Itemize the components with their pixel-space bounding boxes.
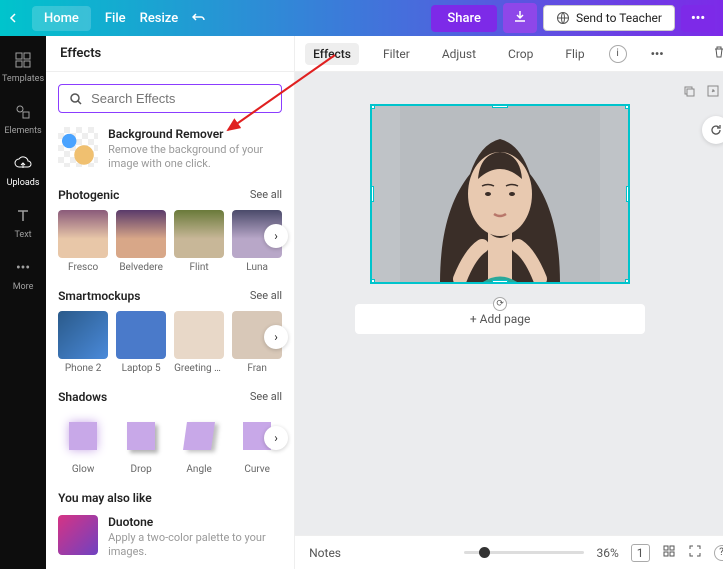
panel-title: Effects [46, 36, 294, 72]
fullscreen-button[interactable] [688, 544, 702, 561]
tab-crop[interactable]: Crop [500, 43, 541, 65]
uploads-icon [13, 154, 33, 174]
photogenic-next[interactable]: › [264, 224, 288, 248]
download-button[interactable] [503, 3, 537, 33]
shadow-glow[interactable]: Glow [58, 412, 108, 475]
zoom-slider[interactable] [464, 551, 584, 554]
tab-filter[interactable]: Filter [375, 43, 418, 65]
resize-button[interactable]: Resize [140, 11, 179, 26]
photogenic-see-all[interactable]: See all [250, 188, 282, 201]
duotone-item[interactable]: Duotone Apply a two-color palette to you… [58, 515, 282, 560]
shadows-next[interactable]: › [264, 426, 288, 450]
image-toolbar: Effects Filter Adjust Crop Flip i ••• [295, 36, 723, 72]
smartmockups-title: Smartmockups [58, 289, 140, 303]
portrait-image [400, 104, 600, 284]
top-toolbar: Home File Resize Share Send to Teacher •… [0, 0, 723, 36]
mockup-phone[interactable]: Phone 2 [58, 311, 108, 374]
effect-fresco[interactable]: Fresco [58, 210, 108, 273]
photogenic-title: Photogenic [58, 188, 119, 202]
globe-icon [556, 11, 570, 25]
tab-flip[interactable]: Flip [557, 43, 592, 65]
home-button[interactable]: Home [32, 6, 91, 31]
delete-button[interactable] [704, 41, 723, 66]
bg-remover-desc: Remove the background of your image with… [108, 143, 282, 172]
search-icon [69, 92, 83, 106]
shadow-drop[interactable]: Drop [116, 412, 166, 475]
search-effects-input[interactable] [58, 84, 282, 113]
more-menu-button[interactable]: ••• [681, 5, 715, 32]
rail-uploads[interactable]: Uploads [0, 148, 46, 194]
bg-remover-title: Background Remover [108, 127, 282, 141]
rail-text[interactable]: Text [0, 200, 46, 246]
duotone-thumb [58, 515, 98, 555]
undo-button[interactable] [192, 11, 206, 25]
info-button[interactable]: i [609, 45, 627, 63]
effect-belvedere[interactable]: Belvedere [116, 210, 166, 273]
elements-icon [13, 102, 33, 122]
more-icon: ••• [13, 258, 33, 278]
canvas-page[interactable]: ⟳ + Add page [355, 104, 645, 334]
shadows-see-all[interactable]: See all [250, 390, 282, 403]
back-button[interactable] [8, 13, 18, 23]
shadow-angle[interactable]: Angle [174, 412, 224, 475]
help-button[interactable]: ? [714, 545, 723, 561]
file-menu[interactable]: File [105, 11, 126, 26]
templates-icon [13, 50, 33, 70]
selected-image[interactable] [370, 104, 630, 284]
mockup-card[interactable]: Greeting car... [174, 311, 224, 374]
effects-panel: Effects Background Remover Remove the ba… [46, 36, 295, 569]
tab-effects[interactable]: Effects [305, 43, 359, 65]
bottom-bar: Notes 36% 1 ? [295, 535, 723, 569]
smartmockups-see-all[interactable]: See all [250, 289, 282, 302]
rail-templates[interactable]: Templates [0, 44, 46, 90]
send-to-teacher-button[interactable]: Send to Teacher [543, 5, 675, 31]
page-number-button[interactable]: 1 [631, 544, 650, 562]
effect-flint[interactable]: Flint [174, 210, 224, 273]
left-rail: Templates Elements Uploads Text •••More [0, 36, 46, 569]
reset-button[interactable] [702, 116, 723, 144]
grid-view-button[interactable] [662, 544, 676, 561]
sync-icon: ⟳ [493, 297, 507, 311]
duplicate-page-button[interactable] [682, 84, 696, 102]
open-page-button[interactable] [706, 84, 720, 102]
share-button[interactable]: Share [431, 5, 497, 32]
text-icon [13, 206, 33, 226]
background-remover-item[interactable]: Background Remover Remove the background… [58, 127, 282, 172]
rail-more[interactable]: •••More [0, 252, 46, 298]
duotone-desc: Apply a two-color palette to your images… [108, 531, 282, 560]
shadows-title: Shadows [58, 390, 107, 404]
mockup-laptop[interactable]: Laptop 5 [116, 311, 166, 374]
duotone-title: Duotone [108, 515, 282, 529]
rail-elements[interactable]: Elements [0, 96, 46, 142]
smartmockups-next[interactable]: › [264, 325, 288, 349]
toolbar-more[interactable]: ••• [643, 43, 672, 65]
also-like-title: You may also like [58, 491, 282, 505]
add-page-button[interactable]: ⟳ + Add page [355, 304, 645, 334]
tab-adjust[interactable]: Adjust [434, 43, 484, 65]
canvas-area: Effects Filter Adjust Crop Flip i ••• [295, 36, 723, 569]
send-teacher-label: Send to Teacher [576, 11, 662, 25]
zoom-value: 36% [596, 546, 618, 560]
bg-remover-thumb [58, 127, 98, 167]
notes-button[interactable]: Notes [309, 546, 341, 560]
